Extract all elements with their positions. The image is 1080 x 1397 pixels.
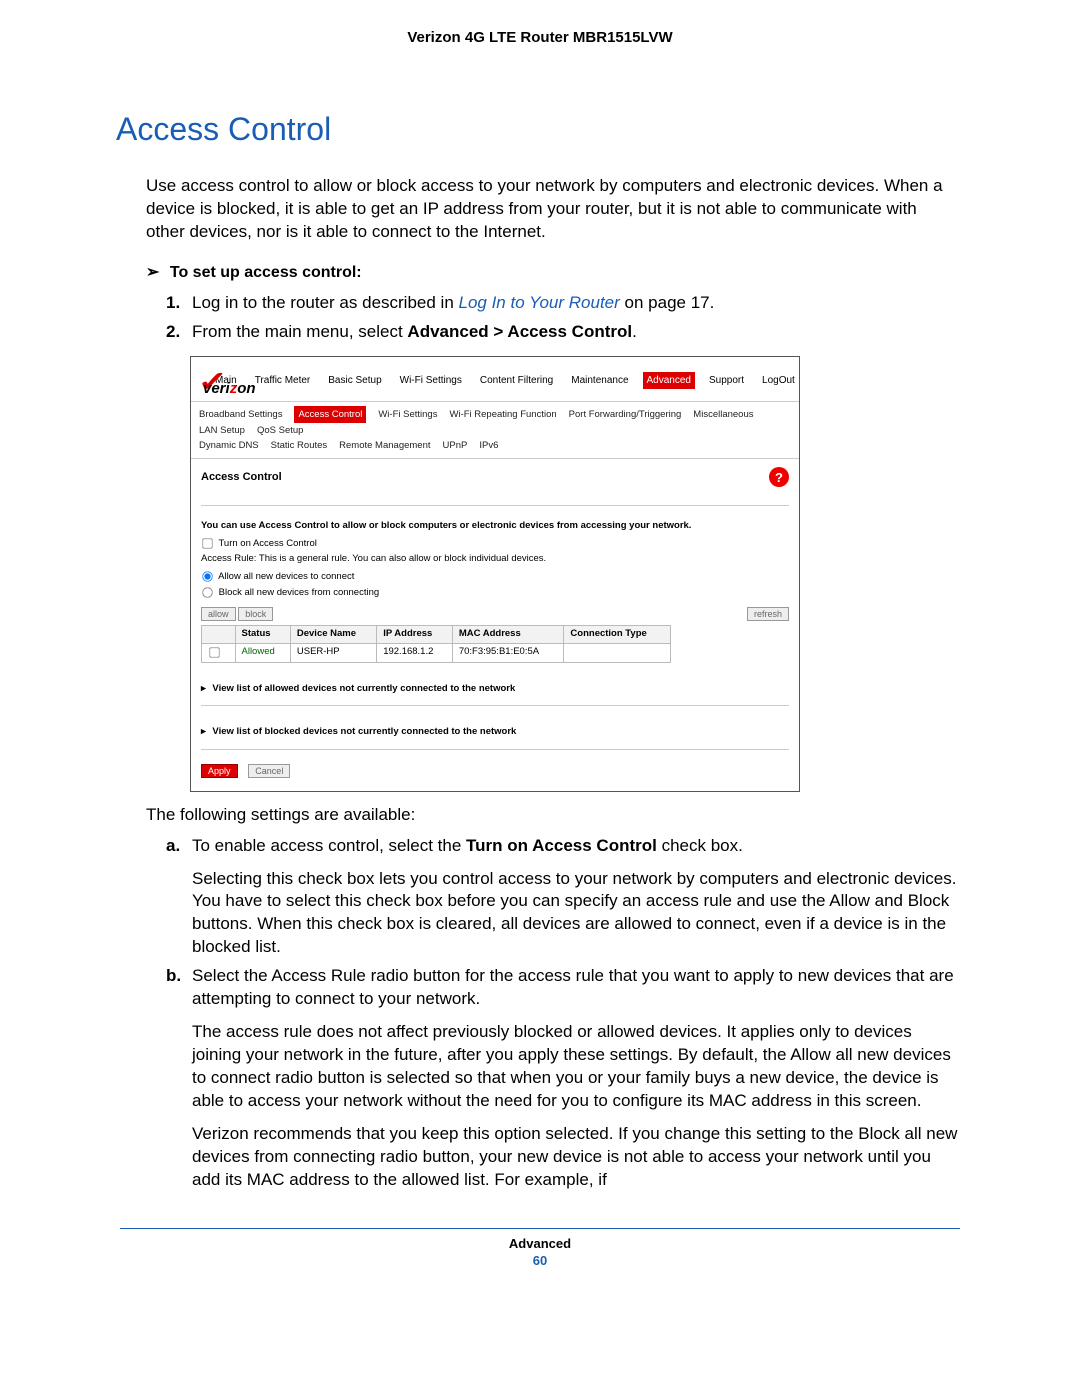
turn-on-access-control-checkbox[interactable]: [202, 538, 212, 548]
subnav-item[interactable]: Miscellaneous: [693, 407, 753, 422]
mainnav-item[interactable]: Support: [705, 372, 748, 390]
block-all-radio[interactable]: [202, 587, 212, 597]
mainnav-item[interactable]: Basic Setup: [324, 372, 385, 390]
table-header-cell: Status: [235, 625, 290, 643]
subnav-item[interactable]: Port Forwarding/Triggering: [569, 407, 682, 422]
expand-blocked-list[interactable]: ▸ View list of blocked devices not curre…: [201, 726, 789, 739]
setting-a-post: check box.: [657, 836, 743, 855]
block-all-label: Block all new devices from connecting: [219, 587, 380, 598]
row-device-name: USER-HP: [290, 643, 376, 662]
table-header-cell: Connection Type: [564, 625, 671, 643]
allow-button[interactable]: allow: [201, 607, 236, 621]
main-nav: MainTraffic MeterBasic SetupWi-Fi Settin…: [211, 372, 799, 390]
expand-blocked-label: View list of blocked devices not current…: [212, 726, 516, 737]
sub-nav: Broadband Settings Access Control Wi-Fi Se…: [191, 401, 799, 460]
help-icon[interactable]: ?: [769, 467, 789, 487]
intro-paragraph: Use access control to allow or block acc…: [146, 175, 960, 244]
row-mac: 70:F3:95:B1:E0:5A: [452, 643, 564, 662]
table-header-cell: MAC Address: [452, 625, 564, 643]
row-status: Allowed: [235, 643, 290, 662]
step-1-pre: Log in to the router as described in: [192, 293, 459, 312]
turn-on-label: Turn on Access Control: [218, 538, 316, 549]
doc-header: Verizon 4G LTE Router MBR1515LVW: [120, 28, 960, 48]
setting-a-para: Selecting this check box lets you contro…: [192, 868, 960, 960]
arrow-icon: ➢: [146, 264, 159, 281]
table-row: Allowed USER-HP 192.168.1.2 70:F3:95:B1:…: [202, 643, 671, 662]
devices-table: StatusDevice NameIP AddressMAC AddressCo…: [201, 625, 671, 663]
mainnav-item[interactable]: Traffic Meter: [251, 372, 315, 390]
step-2-pre: From the main menu, select: [192, 322, 407, 341]
row-checkbox[interactable]: [209, 647, 219, 657]
subnav-item[interactable]: Static Routes: [271, 438, 328, 453]
allow-all-label: Allow all new devices to connect: [218, 571, 354, 582]
setting-b-first: Select the Access Rule radio button for …: [192, 966, 954, 1008]
subnav-item[interactable]: Dynamic DNS: [199, 438, 259, 453]
table-header-cell: IP Address: [377, 625, 453, 643]
footer-section: Advanced: [120, 1235, 960, 1253]
subnav-item[interactable]: Wi-Fi Settings: [378, 407, 437, 422]
mainnav-item[interactable]: Wi-Fi Settings: [396, 372, 466, 390]
setting-b: b. Select the Access Rule radio button f…: [166, 965, 960, 1191]
allow-all-radio[interactable]: [202, 571, 212, 581]
triangle-right-icon: ▸: [201, 726, 206, 737]
task-heading: ➢ To set up access control:: [146, 262, 960, 284]
table-header-cell: [202, 625, 236, 643]
row-connection-type: [564, 643, 671, 662]
page-title: Access Control: [116, 108, 960, 151]
following-text: The following settings are available:: [146, 804, 960, 827]
block-button[interactable]: block: [238, 607, 273, 621]
cancel-button[interactable]: Cancel: [248, 764, 290, 778]
step-2: 2. From the main menu, select Advanced >…: [166, 321, 960, 344]
setting-a-bold: Turn on Access Control: [466, 836, 657, 855]
subnav-item[interactable]: Wi-Fi Repeating Function: [449, 407, 556, 422]
mainnav-item[interactable]: Advanced: [643, 372, 695, 390]
triangle-right-icon: ▸: [201, 683, 206, 694]
task-heading-text: To set up access control:: [170, 264, 362, 281]
pane-title: Access Control: [201, 470, 282, 485]
expand-allowed-list[interactable]: ▸ View list of allowed devices not curre…: [201, 683, 789, 696]
subnav-item[interactable]: LAN Setup: [199, 423, 245, 438]
mainnav-item[interactable]: LogOut: [758, 372, 799, 390]
mainnav-item[interactable]: Maintenance: [567, 372, 632, 390]
row-ip: 192.168.1.2: [377, 643, 453, 662]
subnav-item[interactable]: QoS Setup: [257, 423, 303, 438]
table-header-cell: Device Name: [290, 625, 376, 643]
step-1: 1. Log in to the router as described in …: [166, 292, 960, 315]
subnav-item[interactable]: Broadband Settings: [199, 407, 282, 422]
footer-page-number: 60: [120, 1252, 960, 1270]
setting-b-para2: Verizon recommends that you keep this op…: [192, 1123, 960, 1192]
step-2-post: .: [632, 322, 637, 341]
subnav-item[interactable]: IPv6: [479, 438, 498, 453]
step-2-menu-path: Advanced > Access Control: [407, 322, 632, 341]
setting-a-pre: To enable access control, select the: [192, 836, 466, 855]
logo-pre: veri: [203, 380, 230, 397]
expand-allowed-label: View list of allowed devices not current…: [212, 683, 515, 694]
step-1-post: on page 17.: [620, 293, 715, 312]
subnav-item[interactable]: Remote Management: [339, 438, 430, 453]
setting-b-para1: The access rule does not affect previous…: [192, 1021, 960, 1113]
subnav-item[interactable]: Access Control: [294, 406, 366, 423]
login-link[interactable]: Log In to Your Router: [459, 293, 620, 312]
mainnav-item[interactable]: Content Filtering: [476, 372, 557, 390]
pane-description: You can use Access Control to allow or b…: [201, 520, 789, 533]
refresh-button[interactable]: refresh: [747, 607, 789, 621]
subnav-item[interactable]: UPnP: [443, 438, 468, 453]
logo-post: on: [237, 380, 255, 397]
setting-a: a. To enable access control, select the …: [166, 835, 960, 960]
access-rule-text: Access Rule: This is a general rule. You…: [201, 553, 789, 566]
apply-button[interactable]: Apply: [201, 764, 238, 778]
router-ui-screenshot: ✓ verizon MainTraffic MeterBasic SetupWi…: [190, 356, 800, 792]
